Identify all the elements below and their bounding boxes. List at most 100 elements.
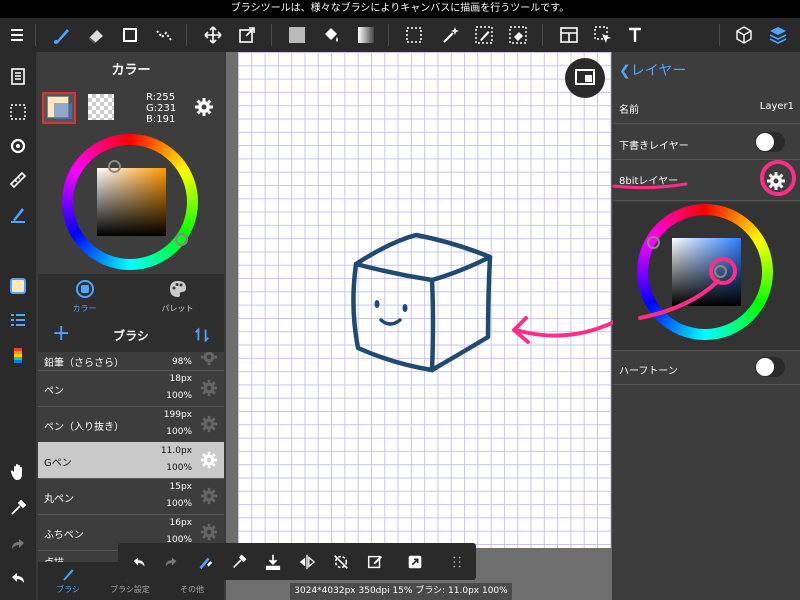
halftone-toggle[interactable] [755, 357, 785, 377]
tab-color-label: カラー [72, 304, 97, 313]
halftone-row: ハーフトーン [613, 350, 800, 385]
floating-toolbar [118, 543, 476, 580]
magic-wand-icon[interactable] [433, 18, 467, 52]
tab-brush[interactable]: ブラシ [38, 562, 98, 600]
brush-opacity: 98% [171, 357, 192, 367]
tab-palette[interactable]: パレット [131, 274, 224, 318]
gear-icon[interactable] [200, 415, 218, 433]
selection-icon[interactable] [397, 18, 431, 52]
toolbar-divider [388, 24, 389, 46]
brush-opacity: 100% [166, 427, 192, 437]
hue-picker-handle[interactable] [175, 233, 188, 246]
layers-icon[interactable] [761, 18, 795, 52]
square-icon[interactable] [113, 18, 147, 52]
brush-icon[interactable] [45, 18, 79, 52]
edit-shape-icon[interactable] [358, 543, 392, 580]
brush-opacity: 100% [166, 499, 192, 509]
rgb-readout: R:255 G:231 B:191 [146, 92, 176, 125]
brush-name: 鉛筆（さらさら） [44, 358, 124, 369]
brush-row[interactable]: ペン 18px 100% [38, 370, 224, 407]
navigator-icon [575, 69, 595, 85]
import-icon[interactable] [256, 543, 290, 580]
layer-settings-panel: ❮レイヤー 名前 Layer1 下書きレイヤー 8bitレイヤー ハーフトーン [613, 52, 800, 600]
grip-icon[interactable] [440, 543, 474, 580]
move-icon[interactable] [196, 18, 230, 52]
gear-icon[interactable] [200, 487, 218, 505]
rotate-icon[interactable] [0, 130, 36, 162]
gear-icon[interactable] [200, 352, 218, 366]
transform-icon[interactable] [230, 18, 264, 52]
redo-icon[interactable] [0, 528, 36, 560]
name-label: 名前 [619, 105, 639, 116]
back-button[interactable]: ❮レイヤー [619, 60, 686, 82]
eraser-icon[interactable] [79, 18, 113, 52]
layout-icon[interactable] [552, 18, 586, 52]
select-layer-icon[interactable] [0, 96, 36, 128]
brush-name: 丸ペン [44, 494, 74, 505]
tab-palette-label: パレット [161, 304, 194, 313]
main-color-icon[interactable] [0, 270, 36, 302]
pages-icon[interactable] [0, 60, 36, 92]
tab-brush-label: ブラシ [56, 585, 80, 594]
brush-size: 16px [169, 518, 193, 528]
ruler-icon[interactable] [0, 164, 36, 196]
gradient-icon[interactable] [349, 18, 383, 52]
left-toolbar [0, 52, 36, 600]
undo-icon[interactable] [122, 543, 156, 580]
dots-icon[interactable] [147, 18, 181, 52]
expand-icon[interactable] [398, 543, 432, 580]
gear-icon[interactable] [200, 379, 218, 397]
brush-row[interactable]: ペン（入り抜き） 199px 100% [38, 406, 224, 443]
pen-snap-icon[interactable] [0, 198, 36, 230]
navigator-button[interactable] [565, 58, 605, 98]
layer-name-row[interactable]: 名前 Layer1 [613, 92, 800, 124]
eyedropper-icon[interactable] [0, 492, 36, 524]
3d-icon[interactable] [727, 18, 761, 52]
rotate-reset-icon[interactable] [324, 543, 358, 580]
color-circle-icon [75, 280, 94, 298]
select-arrow-icon[interactable] [586, 18, 620, 52]
bucket-icon[interactable] [314, 18, 348, 52]
brush-size: 15px [169, 482, 193, 492]
color-panel-title: カラー [111, 63, 151, 78]
menu-icon[interactable] [0, 18, 34, 52]
rgb-r: R:255 [146, 92, 176, 103]
tab-other-label: その他 [180, 585, 204, 594]
undo-icon[interactable] [0, 562, 36, 594]
brush-size: 11.0px [160, 446, 192, 456]
main-color-swatch[interactable] [42, 92, 76, 124]
brush-eraser-icon[interactable] [188, 543, 222, 580]
brush-icon [63, 569, 74, 581]
rgb-g: G:231 [146, 103, 177, 114]
halftone-label: ハーフトーン [619, 366, 678, 377]
sub-color-swatch[interactable] [88, 94, 114, 120]
gear-icon[interactable] [200, 451, 218, 469]
sort-icon[interactable] [193, 326, 211, 344]
pink-annotations [612, 160, 796, 320]
tool-hint-bar: ブラシツールは、様々なブラシによりキャンバスに描画を行うツールです。 [0, 0, 800, 18]
tab-color[interactable]: カラー [38, 274, 131, 318]
eyedropper-icon[interactable] [222, 543, 256, 580]
saturation-square[interactable] [97, 168, 166, 236]
select-pen-icon[interactable] [467, 18, 501, 52]
gear-icon[interactable] [200, 523, 218, 541]
fill-color-icon[interactable] [280, 18, 314, 52]
hand-icon[interactable] [0, 456, 36, 488]
flip-icon[interactable] [290, 543, 324, 580]
brush-row-selected[interactable]: Gペン 11.0px 100% [38, 442, 224, 479]
redo-icon[interactable] [154, 543, 188, 580]
toolbar-divider [542, 24, 543, 46]
brush-row[interactable]: 丸ペン 15px 100% [38, 478, 224, 515]
gear-icon[interactable] [194, 97, 214, 117]
layer-list-icon[interactable] [0, 304, 36, 336]
brush-size: 18px [169, 374, 193, 384]
brush-size: 199px [163, 410, 192, 420]
text-icon[interactable] [618, 18, 652, 52]
status-text: 3024*4032px 350dpi 15% ブラシ: 11.0px 100% [294, 586, 508, 596]
draft-layer-toggle[interactable] [755, 132, 785, 152]
brush-row[interactable]: 鉛筆（さらさら） 98% [38, 352, 224, 371]
color-palette-icon[interactable] [0, 340, 36, 372]
select-eraser-icon[interactable] [501, 18, 535, 52]
color-picker-handle[interactable] [108, 160, 121, 173]
layer-name-value[interactable]: Layer1 [760, 101, 794, 112]
